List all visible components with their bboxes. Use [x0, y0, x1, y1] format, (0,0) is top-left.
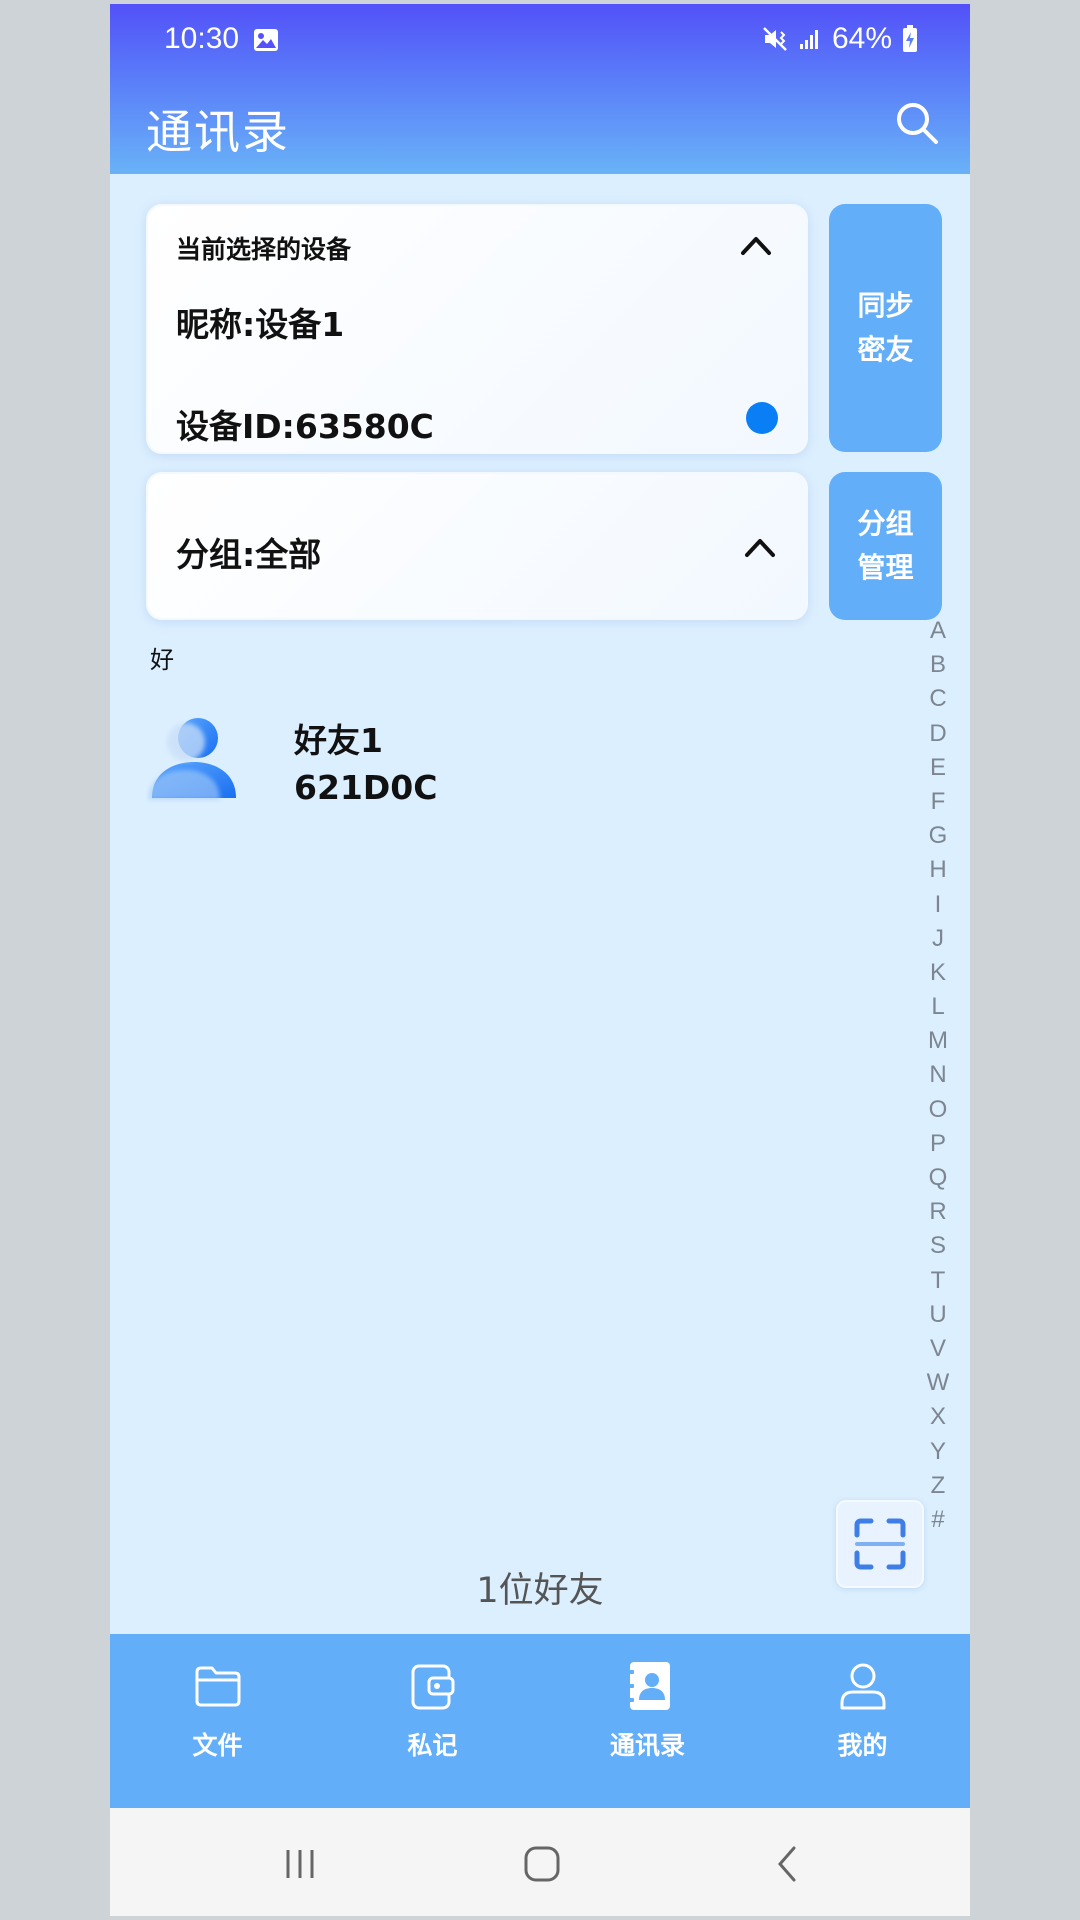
- tab-notes[interactable]: 私记: [325, 1634, 540, 1808]
- battery-percent: 64%: [831, 22, 892, 55]
- alphabet-index-letter[interactable]: S: [930, 1229, 946, 1263]
- alphabet-index-letter[interactable]: K: [930, 956, 946, 990]
- alphabet-index-letter[interactable]: X: [930, 1400, 946, 1434]
- alphabet-index-letter[interactable]: B: [930, 648, 946, 682]
- app-header: 10:30 64% 通讯录: [110, 4, 970, 174]
- device-nickname: 昵称:设备1: [176, 305, 345, 344]
- group-button-label-2: 管理: [857, 551, 914, 584]
- chevron-up-icon[interactable]: [744, 536, 776, 558]
- bottom-tab-bar: 文件 私记 通讯录 我的: [110, 1634, 970, 1808]
- status-bar: 10:30 64%: [110, 4, 970, 78]
- alphabet-index-letter[interactable]: #: [931, 1503, 944, 1537]
- section-header: 好: [150, 646, 174, 674]
- tab-files[interactable]: 文件: [110, 1634, 325, 1808]
- alphabet-index-letter[interactable]: F: [931, 785, 946, 819]
- folder-icon: [195, 1666, 240, 1707]
- device-card[interactable]: 当前选择的设备 昵称:设备1 设备ID:63580C: [146, 204, 808, 454]
- signal-icon: [799, 30, 818, 49]
- recent-apps-icon[interactable]: [280, 1844, 320, 1884]
- tab-profile[interactable]: 我的: [755, 1634, 970, 1808]
- profile-icon: [840, 1663, 885, 1710]
- sync-button-label-1: 同步: [857, 289, 914, 322]
- group-selector-card[interactable]: 分组:全部: [146, 472, 808, 620]
- device-status-dot: [746, 402, 778, 434]
- alphabet-index-letter[interactable]: U: [929, 1298, 946, 1332]
- status-icons: 64%: [762, 22, 918, 56]
- alphabet-index[interactable]: A B C D E F G H I J K L M N O P Q R S T U V W X Y Z #: [918, 614, 958, 1537]
- alphabet-index-letter[interactable]: C: [929, 682, 946, 716]
- contact-list-item[interactable]: 好友1 621D0C: [146, 700, 706, 820]
- tab-label: 通讯录: [609, 1731, 685, 1760]
- group-button-label-1: 分组: [857, 507, 914, 540]
- alphabet-index-letter[interactable]: D: [929, 717, 946, 751]
- phone-screen: 10:30 64% 通讯录 当前选择的设备 昵称:设备1 设备ID:63580C…: [110, 4, 970, 1916]
- sync-button-label-2: 密友: [857, 333, 914, 366]
- group-label: 分组:全部: [176, 535, 322, 574]
- system-nav-bar: [110, 1808, 970, 1916]
- back-icon[interactable]: [768, 1844, 808, 1884]
- tab-label: 私记: [407, 1731, 458, 1760]
- wallet-icon: [411, 1664, 454, 1710]
- alphabet-index-letter[interactable]: T: [931, 1264, 946, 1298]
- friend-count: 1位好友: [476, 1571, 604, 1611]
- battery-charging-icon: [903, 25, 917, 52]
- image-icon: [254, 29, 278, 51]
- contacts-icon: [625, 1662, 670, 1710]
- alphabet-index-letter[interactable]: N: [929, 1058, 946, 1092]
- search-icon[interactable]: [894, 100, 940, 146]
- mute-vibrate-icon: [763, 27, 787, 51]
- sync-friends-button[interactable]: 同步 密友: [829, 204, 942, 452]
- alphabet-index-letter[interactable]: H: [929, 853, 946, 887]
- alphabet-index-letter[interactable]: I: [935, 888, 942, 922]
- alphabet-index-letter[interactable]: Y: [930, 1435, 946, 1469]
- chevron-up-icon[interactable]: [740, 234, 772, 256]
- alphabet-index-letter[interactable]: J: [932, 922, 944, 956]
- tab-label: 文件: [192, 1731, 243, 1760]
- alphabet-index-letter[interactable]: L: [931, 990, 944, 1024]
- contact-id: 621D0C: [294, 768, 438, 807]
- alphabet-index-letter[interactable]: A: [930, 614, 946, 648]
- alphabet-index-letter[interactable]: Q: [929, 1161, 948, 1195]
- alphabet-index-letter[interactable]: V: [930, 1332, 946, 1366]
- page-title: 通讯录: [146, 105, 290, 159]
- alphabet-index-letter[interactable]: G: [929, 819, 948, 853]
- alphabet-index-letter[interactable]: P: [930, 1127, 946, 1161]
- alphabet-index-letter[interactable]: W: [927, 1366, 950, 1400]
- avatar-icon: [148, 718, 236, 800]
- contact-name: 好友1: [294, 721, 383, 760]
- alphabet-index-letter[interactable]: O: [929, 1093, 948, 1127]
- alphabet-index-letter[interactable]: E: [930, 751, 946, 785]
- alphabet-index-letter[interactable]: R: [929, 1195, 946, 1229]
- home-icon[interactable]: [522, 1844, 562, 1884]
- tab-contacts[interactable]: 通讯录: [540, 1634, 755, 1808]
- status-time: 10:30: [164, 22, 240, 55]
- alphabet-index-letter[interactable]: M: [928, 1024, 948, 1058]
- device-id: 设备ID:63580C: [176, 407, 434, 446]
- alphabet-index-letter[interactable]: Z: [931, 1469, 946, 1503]
- group-manage-button[interactable]: 分组 管理: [829, 472, 942, 620]
- device-card-title: 当前选择的设备: [176, 235, 352, 264]
- tab-label: 我的: [837, 1731, 888, 1760]
